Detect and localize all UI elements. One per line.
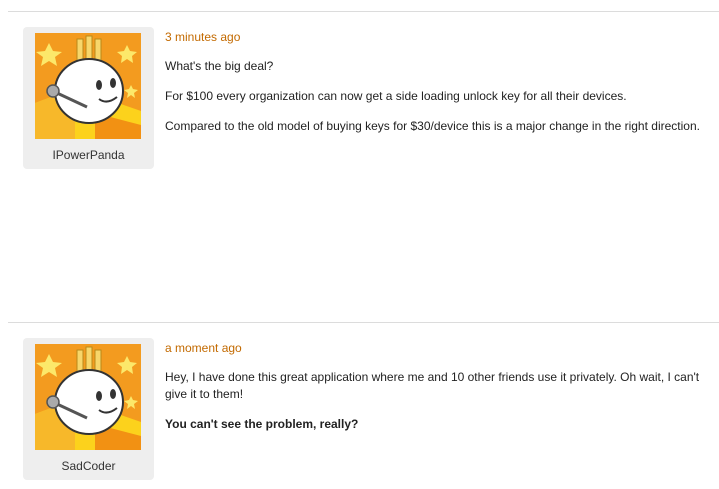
- comment-divider: [8, 322, 719, 323]
- comment-paragraph: Hey, I have done this great application …: [165, 370, 700, 401]
- lightbulb-robot-avatar-icon[interactable]: [35, 33, 141, 139]
- comment-paragraph: For $100 every organization can now get …: [165, 89, 627, 103]
- comment-timestamp[interactable]: 3 minutes ago: [165, 30, 715, 44]
- comment-paragraph: You can't see the problem, really?: [165, 417, 359, 431]
- author-name[interactable]: SadCoder: [23, 459, 154, 473]
- comment-body: 3 minutes ago What's the big deal? For $…: [165, 30, 715, 148]
- comment-paragraph: Compared to the old model of buying keys…: [165, 119, 700, 133]
- author-card: IPowerPanda: [23, 27, 154, 169]
- lightbulb-robot-avatar-icon[interactable]: [35, 344, 141, 450]
- author-card: SadCoder: [23, 338, 154, 480]
- comment-paragraph: What's the big deal?: [165, 59, 274, 73]
- comment-timestamp[interactable]: a moment ago: [165, 341, 715, 355]
- comment-body: a moment ago Hey, I have done this great…: [165, 341, 715, 446]
- author-name[interactable]: IPowerPanda: [23, 148, 154, 162]
- top-divider: [8, 11, 719, 12]
